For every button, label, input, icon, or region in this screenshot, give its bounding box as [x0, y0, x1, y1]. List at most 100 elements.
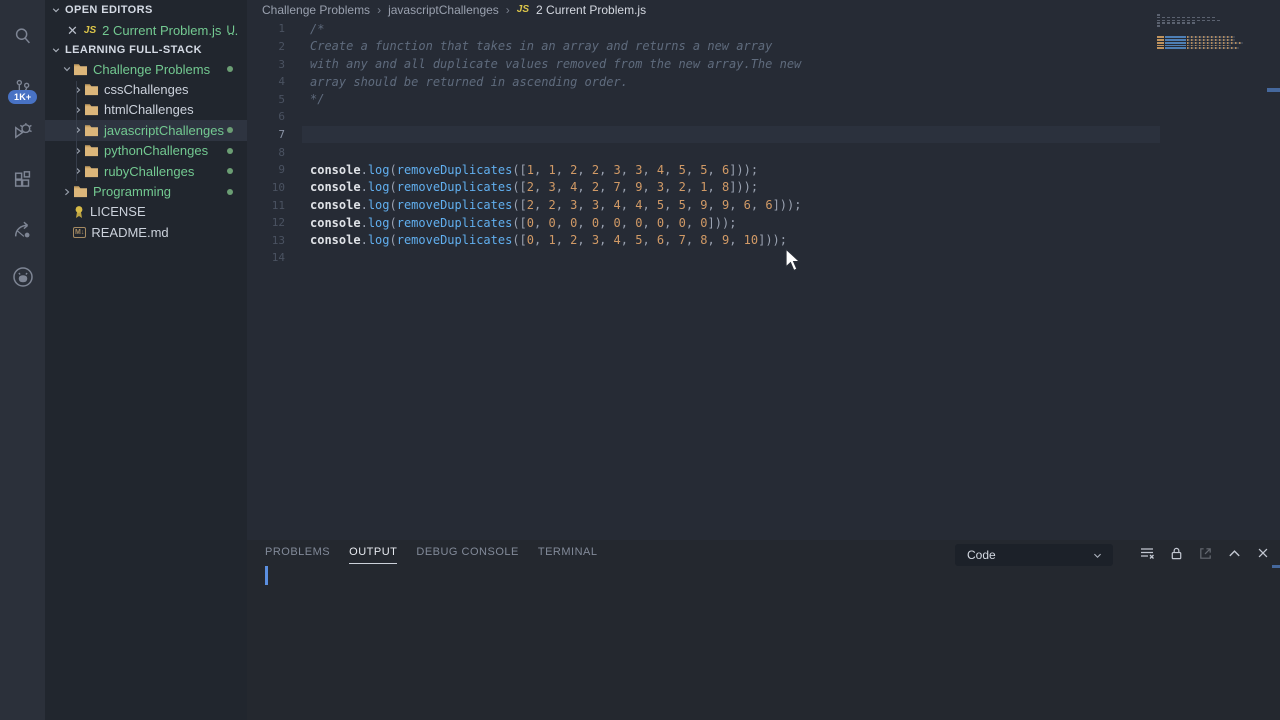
extensions-icon[interactable]	[0, 158, 45, 203]
workspace-label: LEARNING FULL-STACK	[65, 44, 202, 56]
minimap-line	[1157, 33, 1257, 35]
output-content[interactable]	[247, 566, 1280, 720]
code-line-2[interactable]: 2 Create a function that takes in an arra…	[247, 38, 1280, 56]
close-icon[interactable]: ✕	[67, 24, 78, 37]
minimap-line	[1157, 22, 1257, 25]
tree-item-license[interactable]: LICENSE	[45, 202, 247, 222]
output-channel-value: Code	[967, 548, 996, 562]
maximize-panel-icon[interactable]	[1227, 546, 1242, 561]
breadcrumb-separator: ›	[505, 2, 510, 17]
code-line-5[interactable]: 5 */	[247, 91, 1280, 109]
tree-item-readme-md[interactable]: M↓ README.md	[45, 222, 247, 242]
code-line-14[interactable]: 14	[247, 249, 1280, 267]
tree-item-label: Challenge Problems	[93, 61, 211, 77]
line-content: console.log(removeDuplicates([2, 3, 4, 2…	[310, 180, 759, 195]
line-content: array should be returned in ascending or…	[310, 74, 628, 89]
live-share-icon[interactable]	[0, 207, 45, 252]
folder-icon	[84, 103, 99, 116]
panel-ruler-mark	[1272, 565, 1280, 568]
lock-scroll-icon[interactable]	[1169, 546, 1184, 561]
code-line-4[interactable]: 4 array should be returned in ascending o…	[247, 73, 1280, 91]
line-number: 1	[278, 22, 285, 36]
chevron-collapsed-icon	[71, 105, 84, 115]
breadcrumb-item-folder[interactable]: Challenge Problems	[262, 3, 370, 17]
line-content: with any and all duplicate values remove…	[310, 57, 802, 72]
search-icon[interactable]	[0, 13, 45, 58]
chevron-down-icon	[51, 45, 61, 55]
code-line-13[interactable]: 13 console.log(removeDuplicates([0, 1, 2,…	[247, 232, 1280, 250]
code-area[interactable]: 1 /* 2 Create a function that takes in an a…	[247, 20, 1280, 267]
folder-icon	[84, 83, 99, 96]
open-editors-header[interactable]: OPEN EDITORS	[45, 0, 247, 20]
tree-item-label: rubyChallenges	[104, 163, 195, 179]
bottom-panel: PROBLEMS OUTPUT DEBUG CONSOLE TERMINAL Code	[247, 540, 1280, 720]
panel-tabs: PROBLEMS OUTPUT DEBUG CONSOLE TERMINAL	[265, 540, 1280, 564]
line-number: 14	[271, 251, 285, 265]
js-file-icon: JS	[83, 24, 97, 36]
breadcrumb-item-subfolder[interactable]: javascriptChallenges	[388, 3, 499, 17]
panel-tab-terminal[interactable]: TERMINAL	[538, 546, 598, 564]
clear-output-icon[interactable]	[1139, 545, 1155, 561]
line-content: /*	[310, 21, 325, 36]
vscode-window: 1K+ OPEN EDITORS ✕ JS 2 Current Problem.…	[0, 0, 1280, 720]
line-number: 9	[278, 163, 285, 177]
line-number: 13	[271, 233, 285, 247]
tree-item-challenge-problems[interactable]: Challenge Problems	[45, 59, 247, 79]
tree-item-label: Programming	[93, 184, 172, 200]
code-line-1[interactable]: 1 /*	[247, 20, 1280, 38]
open-in-editor-icon[interactable]	[1198, 546, 1213, 561]
line-number: 7	[278, 128, 285, 142]
overview-ruler-cursor-mark	[1267, 88, 1280, 92]
scm-badge: 1K+	[8, 90, 38, 104]
line-number: 2	[278, 39, 285, 53]
line-number: 4	[278, 75, 285, 89]
line-number: 6	[278, 110, 285, 124]
code-line-12[interactable]: 12 console.log(removeDuplicates([0, 0, 0,…	[247, 214, 1280, 232]
panel-tab-output[interactable]: OUTPUT	[349, 546, 398, 564]
git-modified-dot	[227, 168, 233, 175]
minimap-line	[1157, 14, 1257, 16]
chevron-collapsed-icon	[71, 85, 84, 95]
minimap[interactable]	[1157, 14, 1257, 53]
chevron-collapsed-icon	[71, 125, 84, 135]
editor-area: Challenge Problems › javascriptChallenge…	[247, 0, 1280, 540]
minimap-line	[1157, 44, 1257, 47]
tree-item-label: cssChallenges	[104, 82, 189, 98]
code-line-10[interactable]: 10 console.log(removeDuplicates([2, 3, 4,…	[247, 179, 1280, 197]
github-icon[interactable]	[0, 254, 45, 299]
tree-item-label: LICENSE	[90, 204, 146, 220]
source-control-icon[interactable]: 1K+	[0, 66, 45, 111]
line-number: 5	[278, 92, 285, 106]
folder-icon	[84, 124, 99, 137]
folder-icon	[73, 185, 88, 198]
code-line-11[interactable]: 11 console.log(removeDuplicates([2, 2, 3,…	[247, 196, 1280, 214]
panel-tab-debug-console[interactable]: DEBUG CONSOLE	[416, 546, 518, 564]
open-editor-filename: 2 Current Problem.js	[102, 22, 222, 38]
line-number: 11	[271, 198, 285, 212]
folder-icon	[73, 63, 88, 76]
code-line-7[interactable]: 7	[247, 125, 1280, 144]
run-debug-icon[interactable]	[0, 109, 45, 154]
output-channel-select[interactable]: Code	[955, 544, 1113, 566]
panel-tab-problems[interactable]: PROBLEMS	[265, 546, 330, 564]
js-file-icon: JS	[516, 4, 530, 15]
open-editor-item[interactable]: ✕ JS 2 Current Problem.js ... U	[45, 20, 247, 40]
workspace-header[interactable]: LEARNING FULL-STACK	[45, 40, 247, 60]
close-panel-icon[interactable]	[1256, 546, 1270, 560]
tree-item-programming[interactable]: Programming	[45, 181, 247, 201]
git-modified-dot	[227, 188, 233, 195]
tree-item-label: javascriptChallenges	[104, 122, 224, 138]
folder-icon	[84, 144, 99, 157]
git-modified-dot	[227, 127, 233, 134]
minimap-line	[1157, 47, 1257, 50]
chevron-down-icon	[51, 5, 61, 15]
code-line-8[interactable]: 8	[247, 143, 1280, 161]
chevron-collapsed-icon	[60, 187, 73, 197]
breadcrumb-item-file[interactable]: 2 Current Problem.js	[536, 3, 646, 17]
panel-actions	[1139, 545, 1270, 561]
code-line-6[interactable]: 6	[247, 108, 1280, 126]
line-content: console.log(removeDuplicates([2, 2, 3, 3…	[310, 198, 802, 213]
code-line-9[interactable]: 9 console.log(removeDuplicates([1, 1, 2, …	[247, 161, 1280, 179]
code-line-3[interactable]: 3 with any and all duplicate values remov…	[247, 55, 1280, 73]
line-number: 8	[278, 145, 285, 159]
